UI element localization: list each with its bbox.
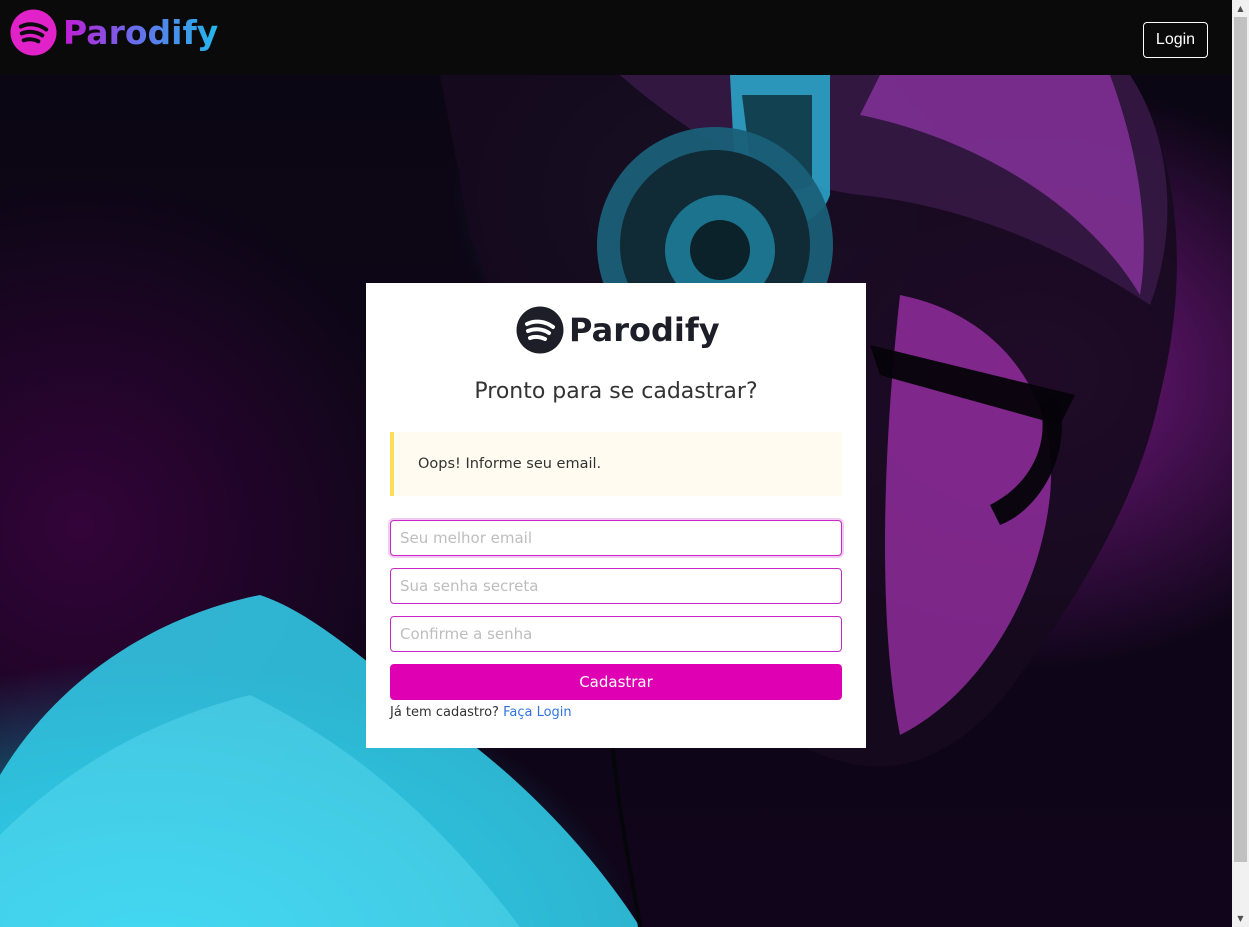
login-link[interactable]: Faça Login xyxy=(503,705,572,720)
brand-home-link[interactable]: Parodify xyxy=(10,9,218,56)
error-alert: Oops! Informe seu email. xyxy=(390,432,842,496)
scroll-thumb[interactable] xyxy=(1234,17,1247,862)
parodify-logo-icon xyxy=(516,306,564,354)
signup-submit-button[interactable]: Cadastrar xyxy=(390,664,842,700)
page-title: Pronto para se cadastrar? xyxy=(474,379,758,404)
card-brand-name: Parodify xyxy=(569,311,720,349)
brand-name: Parodify xyxy=(63,13,219,52)
navbar: Parodify Login xyxy=(0,0,1232,75)
email-field[interactable] xyxy=(390,520,842,556)
login-prompt-text: Já tem cadastro? xyxy=(390,705,499,720)
error-alert-message: Oops! Informe seu email. xyxy=(418,456,602,472)
signup-card: Parodify Pronto para se cadastrar? Oops!… xyxy=(366,283,866,748)
parodify-logo-icon xyxy=(10,9,57,56)
login-button[interactable]: Login xyxy=(1143,22,1208,58)
login-prompt: Já tem cadastro? Faça Login xyxy=(390,705,572,720)
password-field[interactable] xyxy=(390,568,842,604)
card-brand: Parodify xyxy=(516,306,720,354)
confirm-password-field[interactable] xyxy=(390,616,842,652)
page-scrollbar[interactable]: ▲ ▼ xyxy=(1232,0,1249,927)
scroll-down-arrow-icon[interactable]: ▼ xyxy=(1232,910,1249,927)
scroll-up-arrow-icon[interactable]: ▲ xyxy=(1232,0,1249,17)
